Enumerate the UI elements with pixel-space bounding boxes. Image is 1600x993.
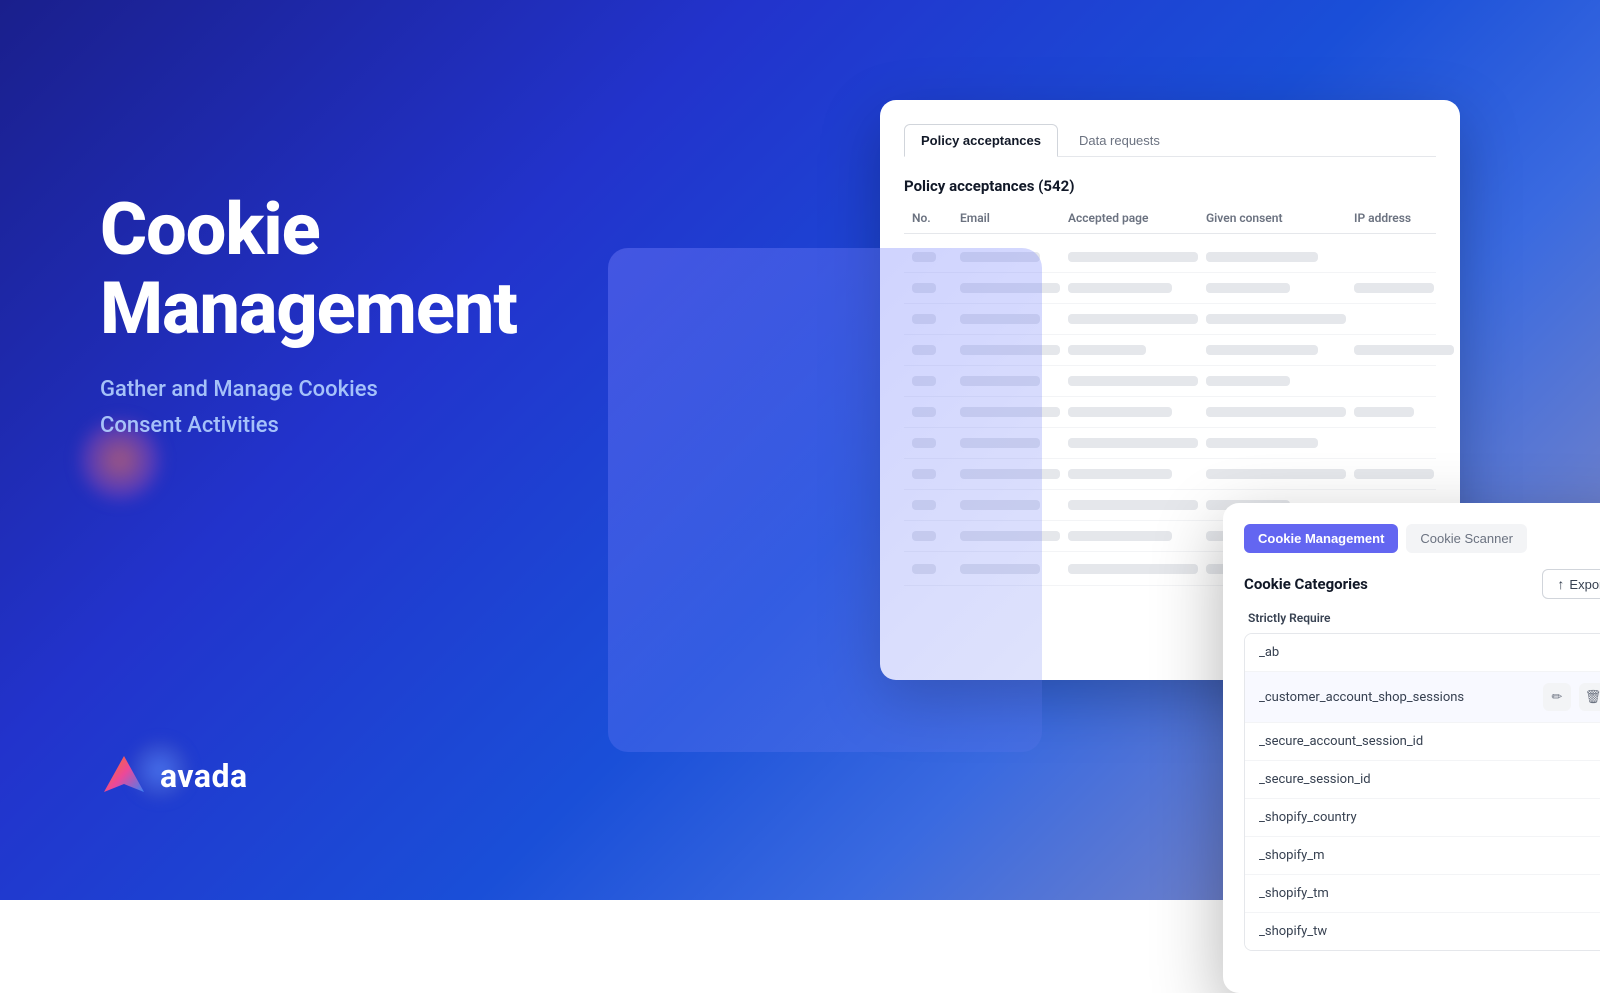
cookie-name: _shopify_tm — [1259, 886, 1329, 901]
skel — [1354, 407, 1414, 417]
skel — [1068, 314, 1198, 324]
delete-icon[interactable]: 🗑 — [1579, 683, 1600, 711]
col-no: No. — [912, 211, 952, 225]
cookie-item-actions: ✏ 🗑 — [1543, 683, 1600, 711]
subtitle: Gather and Manage Cookies Consent Activi… — [100, 372, 517, 442]
tab-data-requests[interactable]: Data requests — [1062, 124, 1177, 157]
skel — [1206, 376, 1290, 386]
skel — [1354, 469, 1434, 479]
skel — [1206, 407, 1346, 417]
cookie-item-secure-account[interactable]: _secure_account_session_id — [1245, 723, 1600, 761]
col-email: Email — [960, 211, 1060, 225]
cookie-item-shopify-tw[interactable]: _shopify_tw — [1245, 913, 1600, 950]
skel — [1068, 345, 1146, 355]
export-button[interactable]: ↑ Export — [1542, 569, 1600, 599]
export-label: Export — [1569, 577, 1600, 592]
cookie-name: _secure_session_id — [1259, 772, 1371, 787]
col-given-consent: Given consent — [1206, 211, 1346, 225]
policy-card-title: Policy acceptances (542) — [904, 177, 1436, 195]
subtitle-line2: Consent Activities — [100, 408, 517, 443]
left-content: Cookie Management Gather and Manage Cook… — [100, 190, 517, 443]
skel — [1206, 345, 1318, 355]
policy-card-tabs: Policy acceptances Data requests — [904, 124, 1436, 157]
cookie-card-header: Cookie Categories ↑ Export — [1244, 569, 1600, 599]
cookie-name: _ab — [1259, 645, 1279, 660]
title-line2: Management — [100, 266, 517, 351]
table-header: No. Email Accepted page Given consent IP… — [904, 211, 1436, 234]
title-line1: Cookie — [100, 187, 320, 272]
cookie-card-tabs: Cookie Management Cookie Scanner — [1244, 524, 1600, 553]
skel — [1354, 345, 1454, 355]
main-title: Cookie Management — [100, 190, 517, 348]
cookie-item-shopify-tm[interactable]: _shopify_tm — [1245, 875, 1600, 913]
skel — [1068, 407, 1172, 417]
cookie-card-wrapper: Cookie Management Cookie Scanner Cookie … — [608, 248, 1042, 752]
skel — [1068, 469, 1172, 479]
skel — [1068, 531, 1172, 541]
logo-area: avada — [100, 752, 248, 800]
skel — [1206, 283, 1290, 293]
subtitle-line1: Gather and Manage Cookies — [100, 372, 517, 407]
skel — [1068, 500, 1198, 510]
skel — [1068, 438, 1198, 448]
col-accepted-page: Accepted page — [1068, 211, 1198, 225]
cookie-name: _customer_account_shop_sessions — [1259, 690, 1464, 705]
skel — [1206, 469, 1346, 479]
avada-logo-icon — [100, 752, 148, 800]
skel — [1068, 252, 1198, 262]
tab-policy-acceptances[interactable]: Policy acceptances — [904, 124, 1058, 157]
cookie-name: _secure_account_session_id — [1259, 734, 1423, 749]
col-ip-address: IP address — [1354, 211, 1454, 225]
cookie-card-title: Cookie Categories — [1244, 575, 1368, 593]
skel — [1206, 252, 1318, 262]
cookie-item-shopify-m[interactable]: _shopify_m — [1245, 837, 1600, 875]
cookie-item-customer-account[interactable]: _customer_account_shop_sessions ✏ 🗑 — [1245, 672, 1600, 723]
skel — [1068, 564, 1198, 574]
cookie-name: _shopify_country — [1259, 810, 1357, 825]
export-icon: ↑ — [1557, 576, 1564, 592]
cookie-item-shopify-country[interactable]: _shopify_country — [1245, 799, 1600, 837]
category-label: Strictly Require — [1244, 611, 1600, 625]
skel — [1068, 283, 1172, 293]
skel — [1354, 283, 1434, 293]
cookie-list: _ab _customer_account_shop_sessions ✏ 🗑 … — [1244, 633, 1600, 951]
skel — [1206, 314, 1346, 324]
tab-cookie-management[interactable]: Cookie Management — [1244, 524, 1398, 553]
cookie-name: _shopify_tw — [1259, 924, 1327, 939]
edit-icon[interactable]: ✏ — [1543, 683, 1571, 711]
logo-text: avada — [160, 757, 248, 795]
cookie-item-secure-session[interactable]: _secure_session_id — [1245, 761, 1600, 799]
tab-cookie-scanner[interactable]: Cookie Scanner — [1406, 524, 1527, 553]
skel — [1206, 438, 1318, 448]
cookie-management-card: Cookie Management Cookie Scanner Cookie … — [1223, 503, 1600, 993]
cookie-name: _shopify_m — [1259, 848, 1325, 863]
skel — [1068, 376, 1198, 386]
cookie-item-ab[interactable]: _ab — [1245, 634, 1600, 672]
